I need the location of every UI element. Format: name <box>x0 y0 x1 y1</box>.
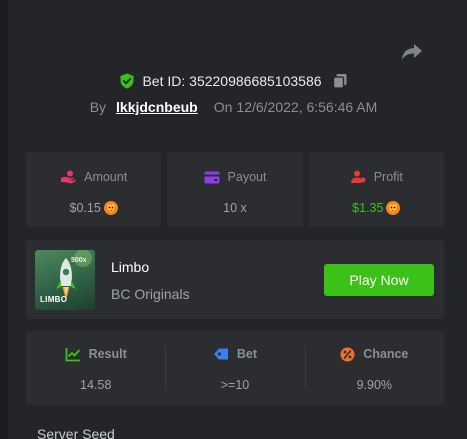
payout-value: 10 x <box>223 201 247 215</box>
bet-label: Bet <box>236 347 258 361</box>
bet-datetime: 12/6/2022, 6:56:46 AM <box>236 99 378 115</box>
chance-cell: Chance 9.90% <box>304 331 444 405</box>
bet-author-row: By lkkjdcnbeub On 12/6/2022, 6:56:46 AM <box>0 97 467 117</box>
bet-stats: Amount $0.15 Payout 10 x Profit $1.35 <box>26 152 444 227</box>
server-seed-label: Server Seed <box>37 426 115 439</box>
copy-icon[interactable] <box>332 73 348 89</box>
wallet-card-icon <box>204 171 220 184</box>
profit-value: $1.35 <box>352 201 384 215</box>
by-label: By <box>89 99 107 115</box>
stat-payout: Payout 10 x <box>167 152 303 227</box>
thumbnail-logo-text: LIMBO <box>40 295 68 304</box>
profit-label: Profit <box>373 170 403 184</box>
stat-amount: Amount $0.15 <box>26 152 162 227</box>
chart-check-icon <box>65 347 81 362</box>
game-name: Limbo <box>111 259 150 275</box>
share-button[interactable] <box>399 41 425 63</box>
stat-profit: Profit $1.35 <box>308 152 444 227</box>
share-arrow-icon <box>401 43 423 61</box>
bet-id-row: Bet ID: 35220986685103586 <box>0 70 467 92</box>
result-cell: Result 14.58 <box>26 331 165 405</box>
user-coin-icon <box>350 170 366 184</box>
payout-label: Payout <box>227 170 267 184</box>
hand-coin-icon <box>60 170 76 184</box>
panel-edge <box>0 0 8 439</box>
amount-label: Amount <box>84 170 128 184</box>
chance-label: Chance <box>363 347 409 361</box>
amount-value: $0.15 <box>69 201 101 215</box>
username-link[interactable]: lkkjdcnbeub <box>116 99 198 115</box>
result-value: 14.58 <box>80 378 112 392</box>
play-now-button[interactable]: Play Now <box>324 264 434 296</box>
tag-icon <box>213 347 229 361</box>
bet-id-label: Bet ID: 35220986685103586 <box>142 73 322 89</box>
game-provider: BC Originals <box>111 286 190 302</box>
game-card: 500x LIMBO Limbo BC Originals Play Now <box>26 240 444 319</box>
shib-coin-icon <box>103 201 118 215</box>
chance-value: 9.90% <box>356 378 393 392</box>
on-label: On <box>213 99 233 115</box>
shield-check-icon <box>119 73 135 89</box>
bet-value: >=10 <box>220 378 250 392</box>
thumbnail-multiplier-tag: 500x <box>71 257 87 264</box>
limbo-game-thumbnail[interactable]: 500x LIMBO <box>35 250 95 310</box>
bet-results: Result 14.58 Bet >=10 Chance 9.90% <box>26 331 444 405</box>
result-label: Result <box>88 347 127 361</box>
percent-circle-icon <box>340 347 355 362</box>
bet-cell: Bet >=10 <box>165 331 304 405</box>
shib-coin-icon <box>386 201 401 215</box>
